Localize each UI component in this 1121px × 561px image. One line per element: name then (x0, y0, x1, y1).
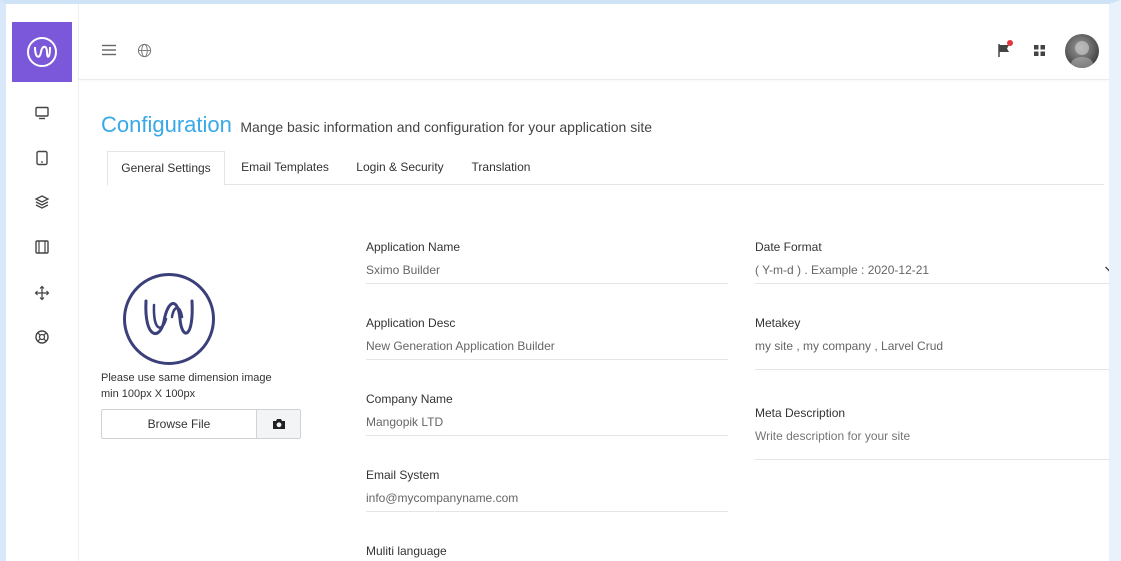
application-logo-icon (144, 299, 194, 335)
logo-hint-line2: min 100px X 100px (101, 388, 196, 400)
topbar (79, 22, 1109, 80)
page-title: Configuration (101, 112, 232, 137)
tablet-icon[interactable] (33, 149, 51, 167)
meta-description-input[interactable] (755, 428, 1109, 460)
multi-language-label: Muliti language (366, 544, 447, 558)
tab-bar: General Settings Email Templates Login &… (107, 151, 1104, 186)
film-icon[interactable] (33, 238, 51, 256)
browse-file-button[interactable]: Browse File (102, 410, 257, 438)
lifebuoy-icon[interactable] (33, 328, 51, 346)
page-subtitle: Mange basic information and configuratio… (240, 119, 653, 135)
app-window: Configuration Mange basic information an… (0, 0, 1121, 561)
flag-icon[interactable] (994, 40, 1014, 60)
metakey-field: Metakey my site , my company , Larvel Cr… (755, 316, 1109, 370)
application-desc-input[interactable]: New Generation Application Builder (366, 338, 728, 360)
hamburger-icon[interactable] (99, 40, 119, 60)
application-name-label: Application Name (366, 240, 461, 254)
sidebar (6, 4, 79, 561)
monitor-icon[interactable] (33, 104, 51, 122)
application-name-field: Application Name Sximo Builder (366, 240, 728, 284)
application-logo-preview (123, 273, 215, 365)
user-avatar[interactable] (1065, 34, 1099, 68)
page-heading: Configuration Mange basic information an… (101, 112, 652, 138)
tab-login-security[interactable]: Login & Security (347, 151, 453, 185)
browse-file-control: Browse File (101, 409, 301, 439)
camera-icon[interactable] (257, 410, 300, 438)
application-desc-field: Application Desc New Generation Applicat… (366, 316, 728, 360)
logo-hint-line1: Please use same dimension image (101, 372, 272, 384)
company-name-input[interactable]: Mangopik LTD (366, 414, 728, 436)
email-system-input[interactable]: info@mycompanyname.com (366, 490, 728, 512)
meta-description-field: Meta Description (755, 406, 1109, 460)
brand-logo-icon (27, 37, 57, 67)
email-system-label: Email System (366, 468, 440, 482)
globe-icon[interactable] (134, 40, 154, 60)
company-name-field: Company Name Mangopik LTD (366, 392, 728, 436)
date-format-field: Date Format ( Y-m-d ) . Example : 2020-1… (755, 240, 1114, 284)
tab-general-settings[interactable]: General Settings (107, 151, 225, 186)
metakey-input[interactable]: my site , my company , Larvel Crud (755, 338, 1109, 370)
move-icon[interactable] (33, 284, 51, 302)
date-format-label: Date Format (755, 240, 822, 254)
meta-description-textbox[interactable] (755, 429, 1109, 443)
date-format-select[interactable]: ( Y-m-d ) . Example : 2020-12-21 (755, 262, 1109, 284)
notification-dot (1007, 40, 1013, 46)
meta-description-label: Meta Description (755, 406, 846, 420)
grid-icon[interactable] (1029, 40, 1049, 60)
metakey-label: Metakey (755, 316, 801, 330)
application-desc-label: Application Desc (366, 316, 456, 330)
multi-language-field: Muliti language (366, 544, 728, 560)
main-content: Configuration Mange basic information an… (79, 80, 1109, 561)
email-system-field: Email System info@mycompanyname.com (366, 468, 728, 512)
tab-email-templates[interactable]: Email Templates (231, 151, 339, 185)
logo-hint: Please use same dimension image min 100p… (101, 370, 301, 402)
application-name-input[interactable]: Sximo Builder (366, 262, 728, 284)
layers-icon[interactable] (33, 193, 51, 211)
brand-logo-button[interactable] (12, 22, 72, 82)
company-name-label: Company Name (366, 392, 453, 406)
chevron-down-icon[interactable] (1104, 264, 1114, 274)
tab-translation[interactable]: Translation (461, 151, 541, 185)
